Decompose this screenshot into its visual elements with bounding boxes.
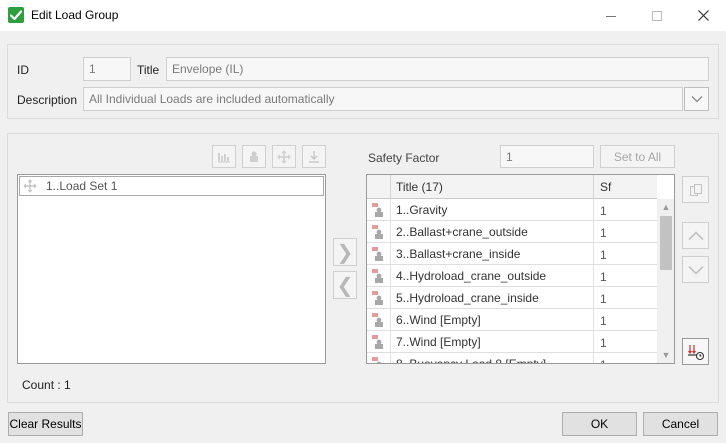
chevron-up-icon (687, 230, 704, 240)
close-button[interactable] (680, 0, 726, 31)
add-to-list-button[interactable]: ❯ (333, 238, 357, 266)
row-title: 4..Hydroload_crane_outside (391, 265, 594, 287)
row-sf[interactable]: 1 (594, 221, 657, 243)
row-title: 3..Ballast+crane_inside (391, 243, 594, 265)
load-type-icon (367, 353, 391, 363)
row-sf[interactable]: 1 (594, 199, 657, 221)
move-up-button[interactable] (682, 222, 709, 249)
scroll-up-icon[interactable]: ▲ (657, 199, 674, 215)
scroll-down-icon[interactable]: ▼ (657, 347, 674, 363)
row-sf[interactable]: 1 (594, 243, 657, 265)
clear-results-button[interactable]: Clear Results (8, 412, 83, 436)
title-field[interactable]: Envelope (IL) (166, 57, 709, 81)
grid-header-sf[interactable]: Sf (594, 175, 657, 199)
load-type-icon (367, 309, 391, 331)
table-row[interactable]: 3..Ballast+crane_inside 1 (367, 243, 657, 265)
load-type-icon (367, 243, 391, 265)
row-sf[interactable]: 1 (594, 287, 657, 309)
row-sf[interactable]: 1 (594, 265, 657, 287)
table-row[interactable]: 1..Gravity 1 (367, 199, 657, 221)
chart-load-button[interactable] (212, 145, 236, 168)
grid-header-title[interactable]: Title (17) (391, 175, 594, 199)
bar-load-icon (218, 152, 230, 162)
grid-header-icon-cell (367, 175, 391, 199)
row-title: 5..Hydroload_crane_inside (391, 287, 594, 309)
load-set-list[interactable]: 1..Load Set 1 (17, 174, 326, 364)
safety-factor-label: Safety Factor (368, 151, 440, 165)
row-title: 2..Ballast+crane_outside (391, 221, 594, 243)
id-field[interactable]: 1 (83, 57, 131, 81)
table-row[interactable]: 8..Buoyancy Load 8 [Empty]1 (367, 353, 657, 363)
window-title: Edit Load Group (31, 8, 119, 22)
table-row[interactable]: 5..Hydroload_crane_inside 1 (367, 287, 657, 309)
row-title: 6..Wind [Empty] (391, 309, 594, 331)
table-row[interactable]: 6..Wind [Empty] 1 (367, 309, 657, 331)
list-item-label: 1..Load Set 1 (46, 179, 118, 193)
ok-button[interactable]: OK (562, 412, 637, 436)
row-sf[interactable]: 1 (594, 309, 657, 331)
load-grid[interactable]: Title (17) Sf 1..Gravity 1 2..Ballast+cran… (366, 174, 675, 364)
chevron-down-icon (687, 265, 704, 275)
row-title: 7..Wind [Empty] (391, 331, 594, 353)
load-type-icon (367, 199, 391, 221)
grid-header: Title (17) Sf (367, 175, 657, 199)
description-dropdown-button[interactable] (684, 87, 709, 111)
minimize-icon (606, 15, 616, 17)
maximize-icon (652, 10, 662, 21)
cancel-button[interactable]: Cancel (643, 412, 718, 436)
sort-loads-icon (687, 344, 704, 360)
set-to-all-button[interactable]: Set to All (600, 145, 675, 168)
minimize-button[interactable] (588, 0, 634, 31)
close-icon (697, 10, 709, 21)
load-type-icon (367, 221, 391, 243)
maximize-button[interactable] (634, 0, 680, 31)
move-down-button[interactable] (682, 256, 709, 283)
title-label: Title (137, 63, 160, 77)
download-icon (309, 150, 319, 163)
row-sf[interactable]: 1 (594, 331, 657, 353)
move-button[interactable] (272, 145, 296, 168)
remove-from-list-button[interactable]: ❮ (333, 271, 357, 299)
chevron-down-icon (691, 96, 702, 103)
sort-loads-button[interactable] (682, 338, 709, 365)
table-row[interactable]: 2..Ballast+crane_outside 1 (367, 221, 657, 243)
description-label: Description (17, 93, 78, 107)
description-field[interactable]: All Individual Loads are included automa… (83, 87, 683, 111)
copy-icon (689, 183, 702, 196)
copy-button[interactable] (682, 176, 709, 203)
load-set-count: Count : 1 (22, 378, 71, 392)
row-title: 1..Gravity (391, 199, 594, 221)
app-check-icon (8, 7, 24, 23)
load-type-icon (367, 287, 391, 309)
import-button[interactable] (302, 145, 326, 168)
list-item[interactable]: 1..Load Set 1 (19, 176, 324, 196)
grid-scrollbar[interactable]: ▲ ▼ (657, 199, 674, 363)
load-type-icon (367, 265, 391, 287)
chevron-right-icon: ❯ (336, 241, 354, 264)
row-sf[interactable]: 1 (594, 353, 657, 363)
row-title: 8..Buoyancy Load 8 [Empty] (391, 353, 594, 363)
safety-factor-field[interactable]: 1 (500, 145, 594, 168)
table-row[interactable]: 7..Wind [Empty] 1 (367, 331, 657, 353)
load-set-icon (250, 151, 258, 162)
load-type-icon (367, 331, 391, 353)
table-row[interactable]: 4..Hydroload_crane_outside 1 (367, 265, 657, 287)
load-set-button[interactable] (242, 145, 266, 168)
id-label: ID (17, 63, 29, 77)
chevron-left-icon: ❮ (336, 274, 354, 297)
scroll-thumb[interactable] (660, 216, 672, 270)
move-cross-icon (20, 179, 40, 193)
move-cross-icon (277, 149, 291, 164)
